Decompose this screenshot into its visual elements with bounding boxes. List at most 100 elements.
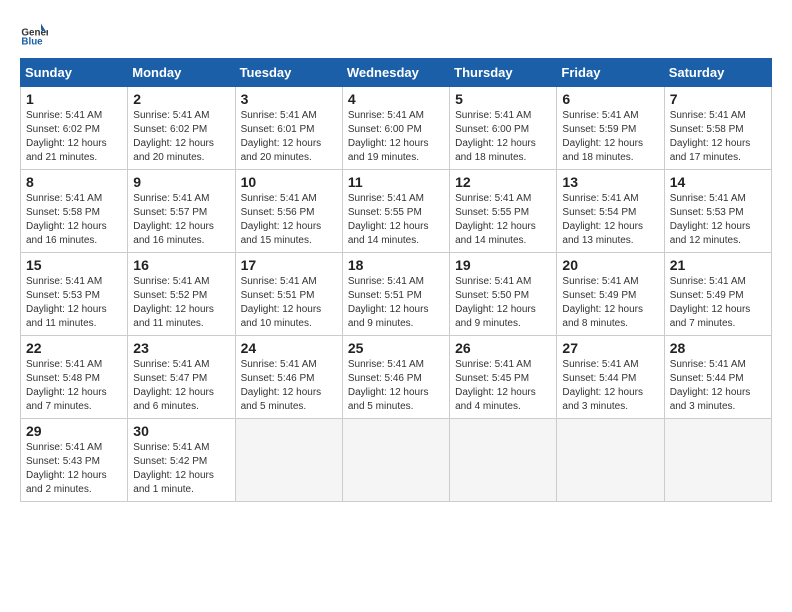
- header-sunday: Sunday: [21, 59, 128, 87]
- calendar-cell: [664, 419, 771, 502]
- day-number: 6: [562, 91, 658, 107]
- day-number: 8: [26, 174, 122, 190]
- calendar-cell: 11 Sunrise: 5:41 AM Sunset: 5:55 PM Dayl…: [342, 170, 449, 253]
- calendar-week-3: 15 Sunrise: 5:41 AM Sunset: 5:53 PM Dayl…: [21, 253, 772, 336]
- calendar-cell: [235, 419, 342, 502]
- calendar-cell: 22 Sunrise: 5:41 AM Sunset: 5:48 PM Dayl…: [21, 336, 128, 419]
- day-number: 22: [26, 340, 122, 356]
- calendar-week-1: 1 Sunrise: 5:41 AM Sunset: 6:02 PM Dayli…: [21, 87, 772, 170]
- day-info: Sunrise: 5:41 AM Sunset: 5:59 PM Dayligh…: [562, 109, 658, 165]
- day-info: Sunrise: 5:41 AM Sunset: 6:00 PM Dayligh…: [455, 109, 551, 165]
- day-number: 30: [133, 423, 229, 439]
- day-info: Sunrise: 5:41 AM Sunset: 5:56 PM Dayligh…: [241, 192, 337, 248]
- day-info: Sunrise: 5:41 AM Sunset: 6:02 PM Dayligh…: [133, 109, 229, 165]
- day-info: Sunrise: 5:41 AM Sunset: 6:00 PM Dayligh…: [348, 109, 444, 165]
- calendar-cell: 16 Sunrise: 5:41 AM Sunset: 5:52 PM Dayl…: [128, 253, 235, 336]
- calendar-cell: 23 Sunrise: 5:41 AM Sunset: 5:47 PM Dayl…: [128, 336, 235, 419]
- day-number: 3: [241, 91, 337, 107]
- calendar-cell: 12 Sunrise: 5:41 AM Sunset: 5:55 PM Dayl…: [450, 170, 557, 253]
- day-number: 24: [241, 340, 337, 356]
- day-info: Sunrise: 5:41 AM Sunset: 6:01 PM Dayligh…: [241, 109, 337, 165]
- day-number: 23: [133, 340, 229, 356]
- calendar-cell: 1 Sunrise: 5:41 AM Sunset: 6:02 PM Dayli…: [21, 87, 128, 170]
- calendar-cell: 29 Sunrise: 5:41 AM Sunset: 5:43 PM Dayl…: [21, 419, 128, 502]
- calendar-cell: 21 Sunrise: 5:41 AM Sunset: 5:49 PM Dayl…: [664, 253, 771, 336]
- day-number: 12: [455, 174, 551, 190]
- day-info: Sunrise: 5:41 AM Sunset: 5:52 PM Dayligh…: [133, 275, 229, 331]
- calendar-cell: 17 Sunrise: 5:41 AM Sunset: 5:51 PM Dayl…: [235, 253, 342, 336]
- day-number: 20: [562, 257, 658, 273]
- calendar-cell: 28 Sunrise: 5:41 AM Sunset: 5:44 PM Dayl…: [664, 336, 771, 419]
- header-wednesday: Wednesday: [342, 59, 449, 87]
- calendar-header-row: SundayMondayTuesdayWednesdayThursdayFrid…: [21, 59, 772, 87]
- calendar-cell: 3 Sunrise: 5:41 AM Sunset: 6:01 PM Dayli…: [235, 87, 342, 170]
- day-info: Sunrise: 5:41 AM Sunset: 5:49 PM Dayligh…: [670, 275, 766, 331]
- day-info: Sunrise: 5:41 AM Sunset: 6:02 PM Dayligh…: [26, 109, 122, 165]
- calendar-cell: 25 Sunrise: 5:41 AM Sunset: 5:46 PM Dayl…: [342, 336, 449, 419]
- day-number: 25: [348, 340, 444, 356]
- day-info: Sunrise: 5:41 AM Sunset: 5:44 PM Dayligh…: [562, 358, 658, 414]
- calendar-cell: 13 Sunrise: 5:41 AM Sunset: 5:54 PM Dayl…: [557, 170, 664, 253]
- day-number: 9: [133, 174, 229, 190]
- calendar-table: SundayMondayTuesdayWednesdayThursdayFrid…: [20, 58, 772, 502]
- calendar-cell: [450, 419, 557, 502]
- calendar-cell: 20 Sunrise: 5:41 AM Sunset: 5:49 PM Dayl…: [557, 253, 664, 336]
- day-number: 18: [348, 257, 444, 273]
- day-number: 28: [670, 340, 766, 356]
- day-info: Sunrise: 5:41 AM Sunset: 5:49 PM Dayligh…: [562, 275, 658, 331]
- header-saturday: Saturday: [664, 59, 771, 87]
- logo: General Blue: [20, 20, 52, 48]
- day-number: 14: [670, 174, 766, 190]
- calendar-body: 1 Sunrise: 5:41 AM Sunset: 6:02 PM Dayli…: [21, 87, 772, 502]
- day-number: 29: [26, 423, 122, 439]
- logo-icon: General Blue: [20, 20, 48, 48]
- day-info: Sunrise: 5:41 AM Sunset: 5:53 PM Dayligh…: [26, 275, 122, 331]
- calendar-cell: [557, 419, 664, 502]
- day-number: 2: [133, 91, 229, 107]
- day-info: Sunrise: 5:41 AM Sunset: 5:57 PM Dayligh…: [133, 192, 229, 248]
- day-number: 7: [670, 91, 766, 107]
- day-info: Sunrise: 5:41 AM Sunset: 5:46 PM Dayligh…: [241, 358, 337, 414]
- calendar-cell: 15 Sunrise: 5:41 AM Sunset: 5:53 PM Dayl…: [21, 253, 128, 336]
- day-info: Sunrise: 5:41 AM Sunset: 5:51 PM Dayligh…: [348, 275, 444, 331]
- day-number: 10: [241, 174, 337, 190]
- day-number: 17: [241, 257, 337, 273]
- calendar-week-4: 22 Sunrise: 5:41 AM Sunset: 5:48 PM Dayl…: [21, 336, 772, 419]
- day-number: 11: [348, 174, 444, 190]
- day-number: 15: [26, 257, 122, 273]
- day-info: Sunrise: 5:41 AM Sunset: 5:42 PM Dayligh…: [133, 441, 229, 497]
- day-info: Sunrise: 5:41 AM Sunset: 5:46 PM Dayligh…: [348, 358, 444, 414]
- calendar-cell: 4 Sunrise: 5:41 AM Sunset: 6:00 PM Dayli…: [342, 87, 449, 170]
- header-tuesday: Tuesday: [235, 59, 342, 87]
- day-number: 26: [455, 340, 551, 356]
- calendar-week-5: 29 Sunrise: 5:41 AM Sunset: 5:43 PM Dayl…: [21, 419, 772, 502]
- calendar-cell: 6 Sunrise: 5:41 AM Sunset: 5:59 PM Dayli…: [557, 87, 664, 170]
- calendar-cell: 5 Sunrise: 5:41 AM Sunset: 6:00 PM Dayli…: [450, 87, 557, 170]
- day-info: Sunrise: 5:41 AM Sunset: 5:54 PM Dayligh…: [562, 192, 658, 248]
- header-monday: Monday: [128, 59, 235, 87]
- day-info: Sunrise: 5:41 AM Sunset: 5:47 PM Dayligh…: [133, 358, 229, 414]
- day-info: Sunrise: 5:41 AM Sunset: 5:55 PM Dayligh…: [455, 192, 551, 248]
- calendar-cell: 2 Sunrise: 5:41 AM Sunset: 6:02 PM Dayli…: [128, 87, 235, 170]
- svg-text:Blue: Blue: [21, 37, 43, 48]
- day-number: 16: [133, 257, 229, 273]
- calendar-cell: 10 Sunrise: 5:41 AM Sunset: 5:56 PM Dayl…: [235, 170, 342, 253]
- header-friday: Friday: [557, 59, 664, 87]
- calendar-cell: 26 Sunrise: 5:41 AM Sunset: 5:45 PM Dayl…: [450, 336, 557, 419]
- day-number: 21: [670, 257, 766, 273]
- day-info: Sunrise: 5:41 AM Sunset: 5:58 PM Dayligh…: [26, 192, 122, 248]
- day-info: Sunrise: 5:41 AM Sunset: 5:45 PM Dayligh…: [455, 358, 551, 414]
- calendar-cell: 18 Sunrise: 5:41 AM Sunset: 5:51 PM Dayl…: [342, 253, 449, 336]
- day-info: Sunrise: 5:41 AM Sunset: 5:53 PM Dayligh…: [670, 192, 766, 248]
- header-thursday: Thursday: [450, 59, 557, 87]
- calendar-cell: 30 Sunrise: 5:41 AM Sunset: 5:42 PM Dayl…: [128, 419, 235, 502]
- day-info: Sunrise: 5:41 AM Sunset: 5:48 PM Dayligh…: [26, 358, 122, 414]
- day-number: 27: [562, 340, 658, 356]
- day-number: 19: [455, 257, 551, 273]
- calendar-cell: 14 Sunrise: 5:41 AM Sunset: 5:53 PM Dayl…: [664, 170, 771, 253]
- day-info: Sunrise: 5:41 AM Sunset: 5:58 PM Dayligh…: [670, 109, 766, 165]
- page-header: General Blue: [20, 20, 772, 48]
- day-info: Sunrise: 5:41 AM Sunset: 5:44 PM Dayligh…: [670, 358, 766, 414]
- day-info: Sunrise: 5:41 AM Sunset: 5:43 PM Dayligh…: [26, 441, 122, 497]
- day-info: Sunrise: 5:41 AM Sunset: 5:55 PM Dayligh…: [348, 192, 444, 248]
